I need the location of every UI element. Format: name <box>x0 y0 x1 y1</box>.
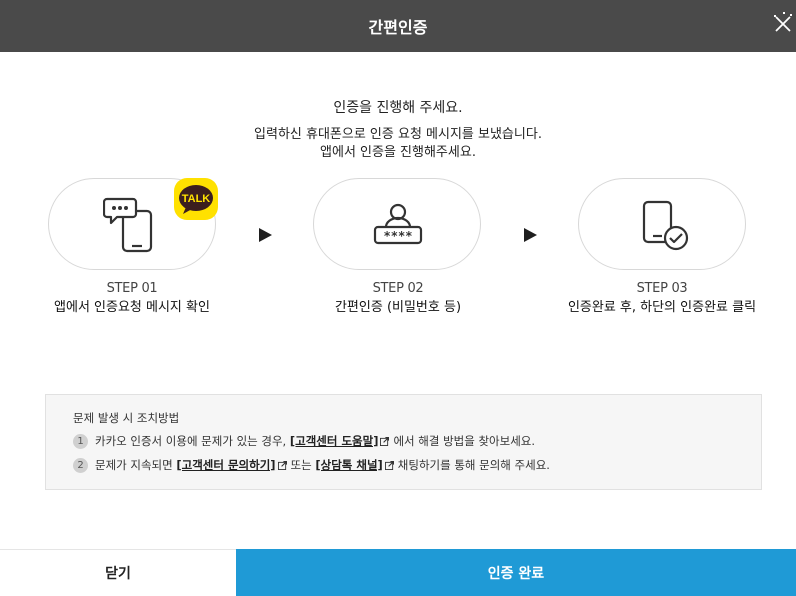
step-2-caption: STEP 02 간편인증 (비밀번호 등) <box>272 280 524 318</box>
step-3-card <box>578 178 746 270</box>
dialog-header: 간편인증 <box>0 0 796 52</box>
intro-line2: 입력하신 휴대폰으로 인증 요청 메시지를 보냈습니다. <box>254 127 542 142</box>
troubleshooting-notice: 문제 발생 시 조치방법 1 카카오 인증서 이용에 문제가 있는 경우, [고… <box>45 394 762 490</box>
step-2-description: 간편인증 (비밀번호 등) <box>334 300 462 315</box>
phone-message-icon <box>103 197 153 253</box>
masked-password: **** <box>384 229 413 243</box>
external-link-icon <box>384 460 394 470</box>
item-number-1: 1 <box>73 433 88 449</box>
step-3-description: 인증완료 후, 하단의 인증완료 클릭 <box>567 300 757 315</box>
notice-item-2-text: 문제가 지속되면 <box>95 458 173 472</box>
external-link-icon <box>380 436 390 446</box>
notice-title: 문제 발생 시 조치방법 <box>73 411 180 425</box>
step-arrow-2 <box>524 228 537 242</box>
password-user-icon: **** <box>373 203 423 245</box>
close-button[interactable]: 닫기 <box>0 549 236 596</box>
step-1-description: 앱에서 인증요청 메시지 확인 <box>54 300 210 315</box>
step-arrow-1 <box>259 228 272 242</box>
dialog-title: 간편인증 <box>368 18 428 37</box>
talk-badge-text: TALK <box>182 193 211 205</box>
phone-check-icon <box>642 200 689 251</box>
notice-item-1: 1 카카오 인증서 이용에 문제가 있는 경우, [고객센터 도움말] 에서 해… <box>73 433 535 449</box>
step-2-number: STEP 02 <box>372 281 424 296</box>
step-1-number: STEP 01 <box>106 281 158 296</box>
step-1-caption: STEP 01 앱에서 인증요청 메시지 확인 <box>6 280 258 318</box>
intro-message: 인증을 진행해 주세요. 입력하신 휴대폰으로 인증 요청 메시지를 보냈습니다… <box>0 98 796 162</box>
intro-line3: 앱에서 인증을 진행해주세요. <box>320 145 476 160</box>
contact-support-link[interactable]: [고객센터 문의하기] <box>176 457 275 473</box>
help-center-link[interactable]: [고객센터 도움말] <box>290 433 379 449</box>
kakaotalk-badge: TALK <box>174 178 218 220</box>
intro-line1: 인증을 진행해 주세요. <box>333 100 463 116</box>
notice-item-2-middle: 또는 <box>290 458 312 472</box>
step-3-caption: STEP 03 인증완료 후, 하단의 인증완료 클릭 <box>536 280 788 318</box>
step-2-card: **** <box>313 178 481 270</box>
notice-item-2: 2 문제가 지속되면 [고객센터 문의하기] 또는 [상담톡 채널] 채팅하기를… <box>73 457 550 473</box>
notice-item-2-suffix: 채팅하기를 통해 문의해 주세요. <box>397 458 550 472</box>
talk-bubble-icon: TALK <box>179 185 213 214</box>
notice-item-1-suffix: 에서 해결 방법을 찾아보세요. <box>393 434 536 448</box>
external-link-icon <box>277 460 287 470</box>
notice-item-1-text: 카카오 인증서 이용에 문제가 있는 경우, <box>95 434 287 448</box>
step-3-number: STEP 03 <box>636 281 688 296</box>
confirm-auth-button[interactable]: 인증 완료 <box>236 549 796 596</box>
chat-channel-link[interactable]: [상담톡 채널] <box>315 457 382 473</box>
item-number-2: 2 <box>73 457 88 473</box>
close-icon[interactable] <box>770 8 796 38</box>
